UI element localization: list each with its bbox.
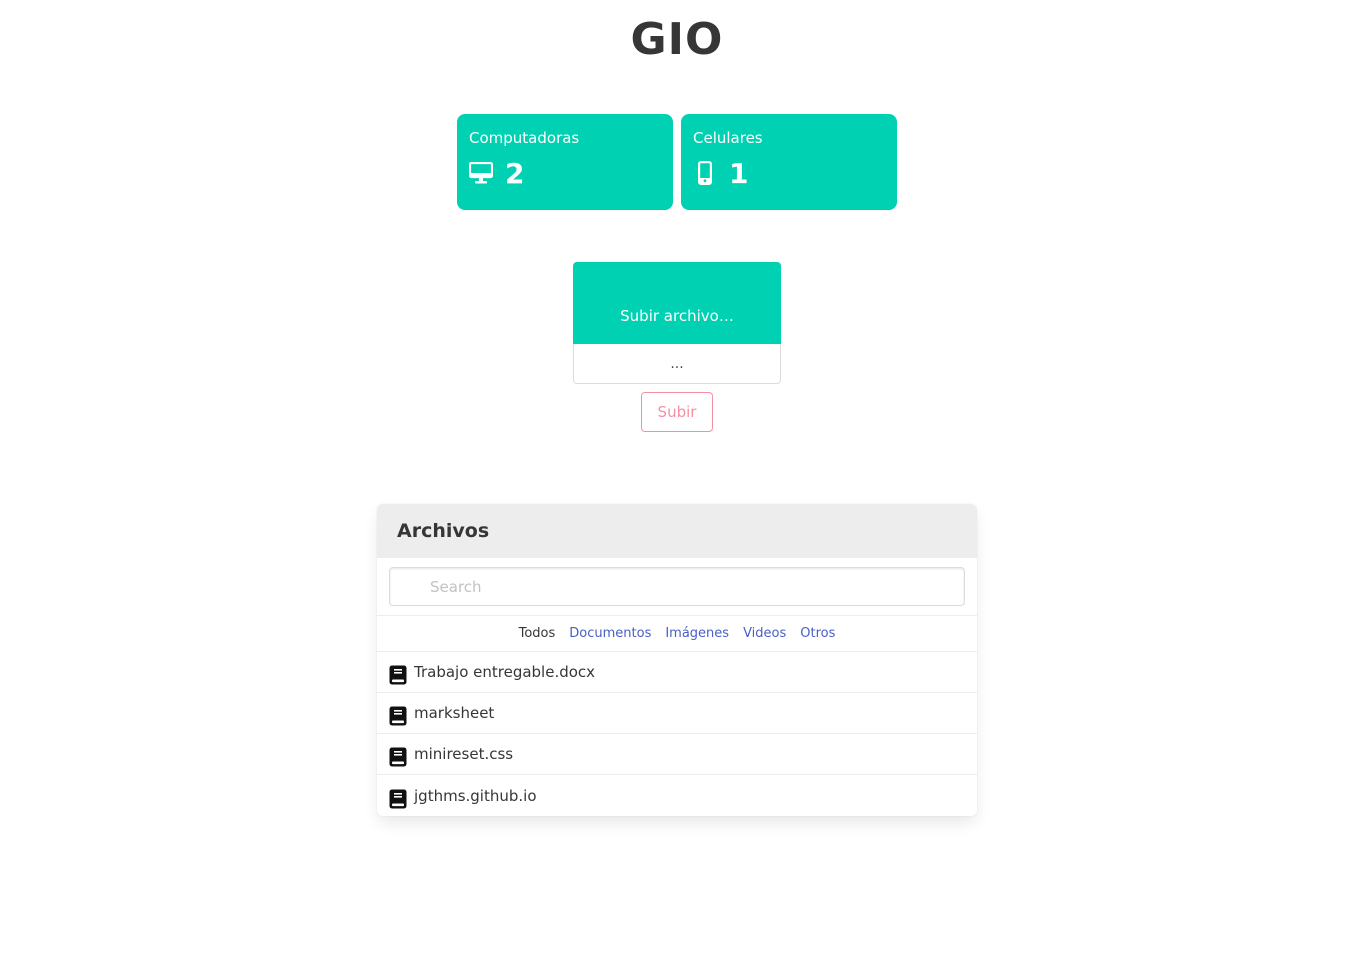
tab-todos[interactable]: Todos: [519, 626, 556, 641]
book-icon: [389, 665, 407, 685]
mobile-phone-icon: [693, 160, 717, 186]
file-upload: Subir archivo… ...: [573, 262, 781, 384]
file-name: Trabajo entregable.docx: [414, 663, 596, 681]
stat-row: 1: [693, 156, 885, 190]
stat-card-computers: Computadoras 2: [457, 114, 673, 210]
tab-imagenes[interactable]: Imágenes: [665, 626, 729, 641]
upload-submit-button[interactable]: Subir: [641, 392, 713, 432]
file-list-item[interactable]: jgthms.github.io: [377, 775, 977, 816]
stat-row: 2: [469, 156, 661, 190]
files-panel: Archivos Todos Documentos Imágenes Video…: [377, 504, 977, 816]
file-list-item[interactable]: minireset.css: [377, 734, 977, 775]
choose-file-button[interactable]: Subir archivo…: [573, 262, 781, 344]
file-list-item[interactable]: Trabajo entregable.docx: [377, 652, 977, 693]
tab-documentos[interactable]: Documentos: [569, 626, 651, 641]
device-stats: Computadoras 2 Celulares 1: [457, 114, 897, 210]
filter-tabs: Todos Documentos Imágenes Videos Otros: [377, 616, 977, 652]
desktop-icon: [469, 160, 493, 186]
stat-value: 2: [505, 156, 525, 190]
stat-label: Computadoras: [469, 129, 580, 147]
stat-label: Celulares: [693, 129, 763, 147]
selected-file-name: ...: [573, 344, 781, 384]
panel-heading: Archivos: [377, 504, 977, 558]
search-block: [377, 558, 977, 616]
file-name: jgthms.github.io: [414, 786, 537, 805]
book-icon: [389, 747, 407, 767]
file-name: marksheet: [414, 704, 495, 722]
tab-otros[interactable]: Otros: [800, 626, 835, 641]
search-input[interactable]: [389, 567, 965, 606]
book-icon: [389, 789, 407, 809]
tab-videos[interactable]: Videos: [743, 626, 786, 641]
file-list-item[interactable]: marksheet: [377, 693, 977, 734]
stat-card-phones: Celulares 1: [681, 114, 897, 210]
book-icon: [389, 706, 407, 726]
file-name: minireset.css: [414, 745, 514, 763]
page-title: GIO: [630, 14, 724, 65]
stat-value: 1: [729, 156, 749, 190]
